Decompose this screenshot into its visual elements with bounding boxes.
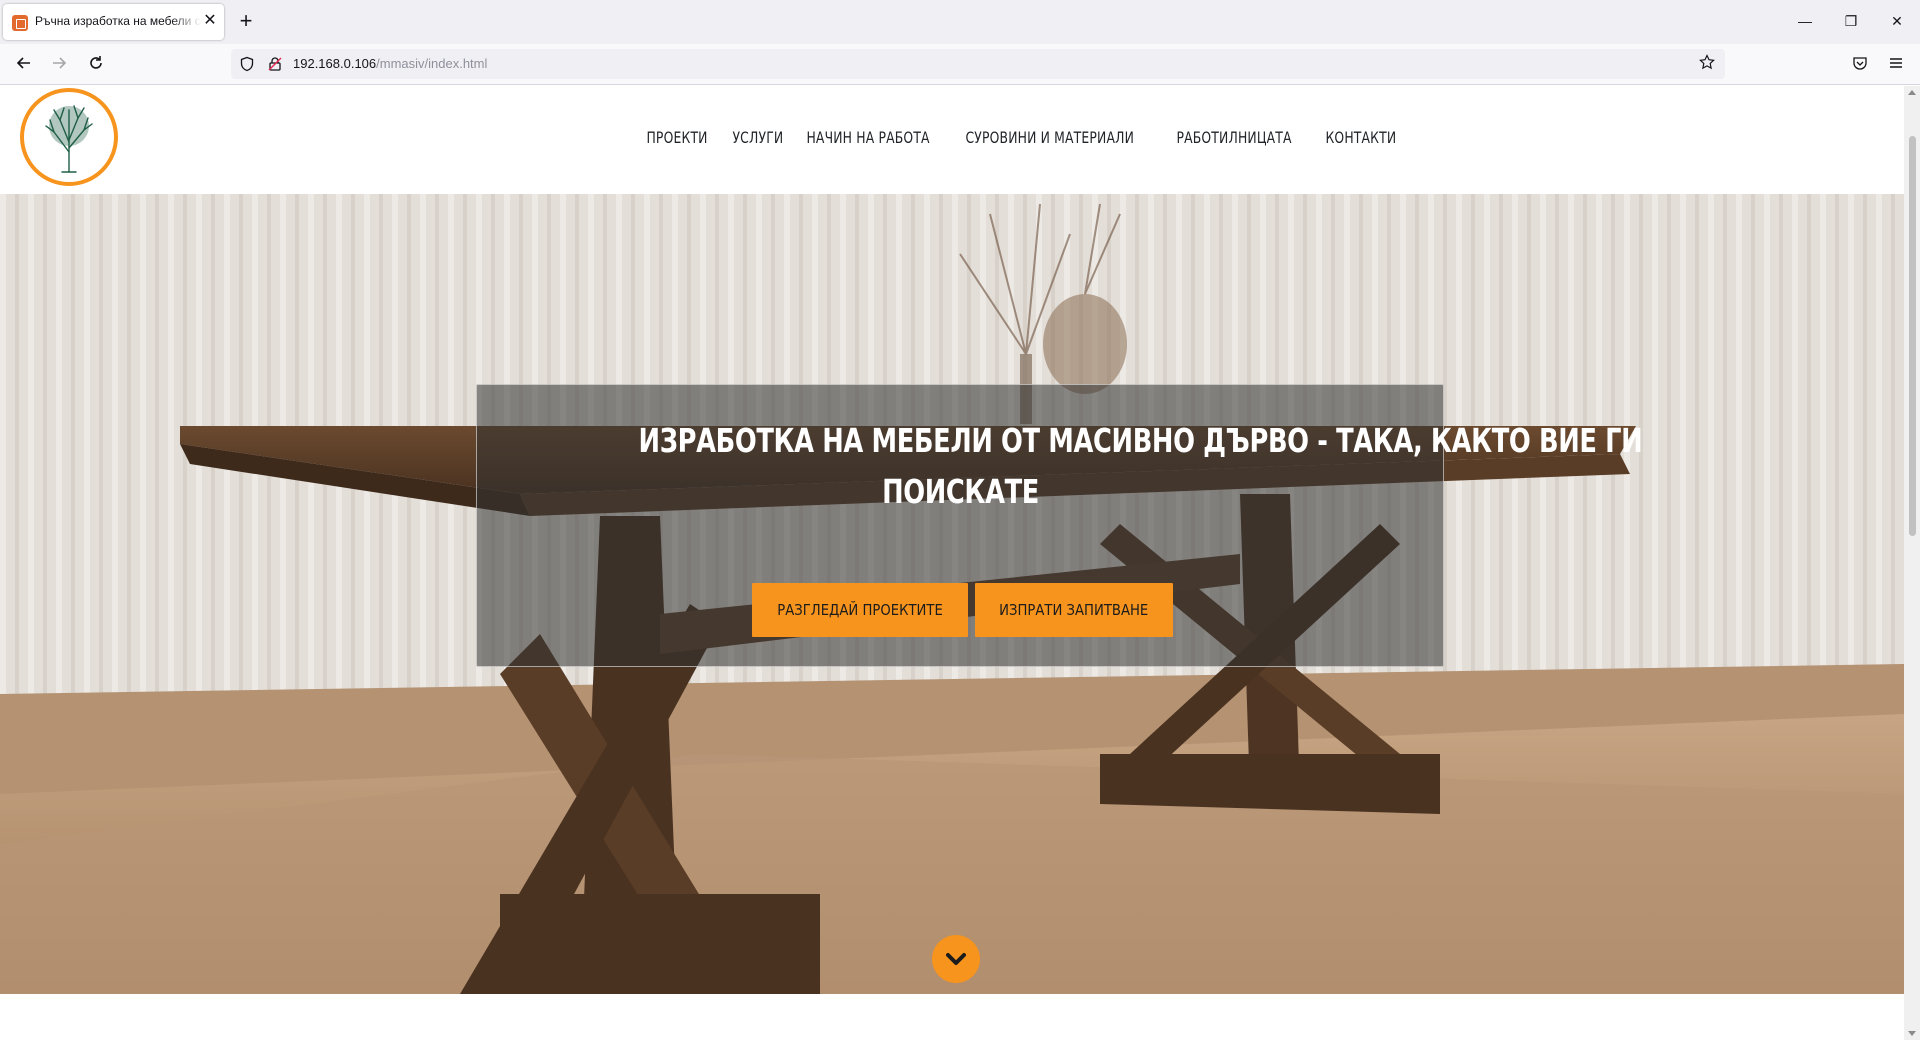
scrollbar-thumb[interactable] (1909, 136, 1916, 536)
browser-tab-bar: Ръчна изработка на мебели от масивно дър… (0, 0, 1920, 44)
page-scrollbar[interactable] (1904, 86, 1920, 1040)
menu-item-materials[interactable]: СУРОВИНИ И МАТЕРИАЛИ (959, 128, 1140, 147)
new-tab-button[interactable]: + (236, 10, 256, 32)
forward-arrow-icon[interactable] (47, 53, 71, 77)
scroll-down-button[interactable] (932, 935, 980, 983)
hero-title-line-2: ПОИСКАТЕ (882, 472, 1040, 511)
scroll-down-arrow-icon[interactable] (1908, 1031, 1916, 1036)
menu-item-services[interactable]: УСЛУГИ (726, 128, 790, 147)
site-logo[interactable] (20, 88, 118, 186)
insecure-lock-icon[interactable] (267, 56, 283, 72)
hero-overlay-box: ИЗРАБОТКА НА МЕБЕЛИ ОТ МАСИВНО ДЪРВО - Т… (476, 384, 1643, 667)
tab-title: Ръчна изработка на мебели от масивно дър… (35, 14, 201, 28)
window-close-button[interactable]: ✕ (1882, 10, 1912, 32)
window-minimize-button[interactable]: — (1790, 10, 1820, 32)
view-projects-label: РАЗГЛЕДАЙ ПРОЕКТИТЕ (777, 601, 943, 619)
menu-item-projects[interactable]: ПРОЕКТИ (640, 128, 714, 147)
browser-navigation-bar: 192.168.0.106/mmasiv/index.html (0, 44, 1920, 85)
main-menu: ПРОЕКТИ УСЛУГИ НАЧИН НА РАБОТА СУРОВИНИ … (640, 128, 1416, 147)
send-inquiry-button[interactable]: ИЗПРАТИ ЗАПИТВАНЕ (975, 583, 1173, 637)
url-text[interactable]: 192.168.0.106/mmasiv/index.html (293, 56, 487, 71)
hero-title: ИЗРАБОТКА НА МЕБЕЛИ ОТ МАСИВНО ДЪРВО - Т… (497, 415, 1643, 517)
back-arrow-icon[interactable] (12, 53, 36, 77)
chevron-down-icon (946, 953, 966, 965)
page-viewport: ПРОЕКТИ УСЛУГИ НАЧИН НА РАБОТА СУРОВИНИ … (0, 86, 1904, 1040)
hamburger-menu-icon[interactable] (1884, 53, 1908, 77)
send-inquiry-label: ИЗПРАТИ ЗАПИТВАНЕ (999, 601, 1149, 619)
url-host: 192.168.0.106 (293, 56, 377, 71)
tab-close-icon[interactable]: ✕ (202, 12, 218, 30)
window-restore-button[interactable]: ❐ (1836, 10, 1866, 32)
browser-tab[interactable]: Ръчна изработка на мебели от масивно дър… (3, 4, 224, 40)
site-favicon-icon (12, 15, 28, 31)
url-path: /mmasiv/index.html (376, 56, 488, 71)
menu-item-workflow[interactable]: НАЧИН НА РАБОТА (800, 128, 936, 147)
reload-icon[interactable] (84, 53, 108, 77)
scroll-up-arrow-icon[interactable] (1908, 90, 1916, 95)
menu-item-contacts[interactable]: КОНТАКТИ (1319, 128, 1403, 147)
tree-logo-icon (45, 105, 93, 173)
hero-section: ИЗРАБОТКА НА МЕБЕЛИ ОТ МАСИВНО ДЪРВО - Т… (0, 194, 1904, 994)
hero-title-line-1: ИЗРАБОТКА НА МЕБЕЛИ ОТ МАСИВНО ДЪРВО - Т… (638, 421, 1643, 460)
view-projects-button[interactable]: РАЗГЛЕДАЙ ПРОЕКТИТЕ (752, 583, 968, 637)
site-header: ПРОЕКТИ УСЛУГИ НАЧИН НА РАБОТА СУРОВИНИ … (0, 86, 1904, 194)
tracking-protection-shield-icon[interactable] (239, 56, 255, 72)
bookmark-star-icon[interactable] (1697, 54, 1717, 74)
pocket-icon[interactable] (1848, 53, 1872, 77)
menu-item-workshop[interactable]: РАБОТИЛНИЦАТА (1170, 128, 1298, 147)
address-bar[interactable]: 192.168.0.106/mmasiv/index.html (231, 49, 1725, 79)
